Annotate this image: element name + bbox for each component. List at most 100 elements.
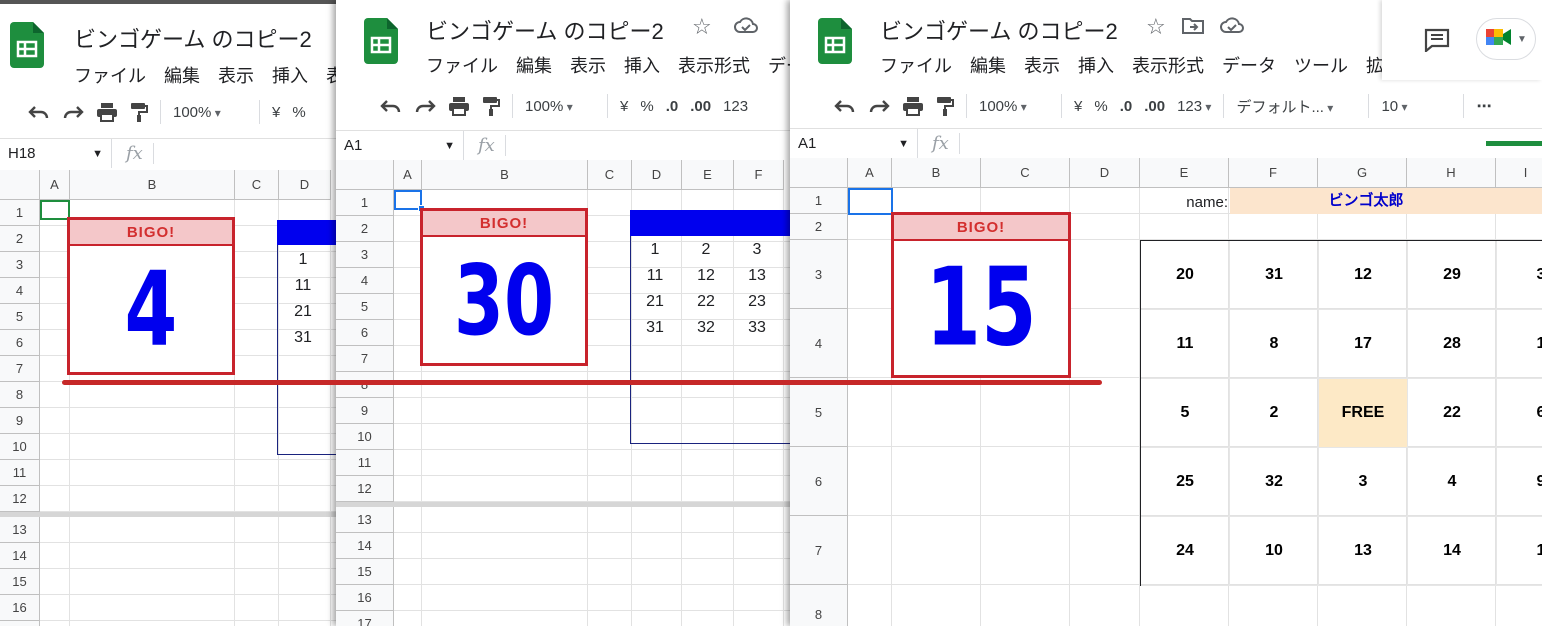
sheets-logo-icon[interactable]: [364, 18, 398, 64]
cell[interactable]: [40, 252, 70, 278]
column-header[interactable]: A: [848, 158, 892, 188]
increase-decimal-button[interactable]: .00: [690, 98, 711, 115]
redo-icon[interactable]: [414, 97, 436, 115]
row-header[interactable]: 11: [0, 460, 40, 486]
cell[interactable]: [235, 382, 279, 408]
cell[interactable]: [588, 559, 632, 585]
cell[interactable]: [588, 268, 632, 294]
cell[interactable]: [235, 460, 279, 486]
name-box[interactable]: A1 ▼: [336, 131, 464, 160]
cell[interactable]: [394, 216, 422, 242]
cell[interactable]: [981, 516, 1070, 585]
cell[interactable]: [40, 595, 70, 621]
row-header[interactable]: 1: [790, 188, 848, 214]
print-icon[interactable]: [96, 102, 118, 122]
row-header[interactable]: 12: [336, 476, 394, 502]
cell[interactable]: [235, 543, 279, 569]
select-all-corner[interactable]: [336, 160, 394, 190]
cell[interactable]: [588, 190, 632, 216]
menu-item[interactable]: 編集: [164, 62, 200, 88]
sheet-grid[interactable]: A B C D E F G H I 1 2 3 4 5 6 7 8 name: ビンゴ太郎 BIGO! 15 20 31 12…: [790, 158, 1542, 626]
column-header[interactable]: H: [1407, 158, 1496, 188]
row-header[interactable]: 3: [336, 242, 394, 268]
cell[interactable]: [40, 569, 70, 595]
cell[interactable]: [70, 517, 235, 543]
currency-button[interactable]: ¥: [272, 104, 280, 121]
cell[interactable]: [588, 585, 632, 611]
cloud-saved-icon[interactable]: [1220, 16, 1244, 39]
row-header[interactable]: 4: [790, 309, 848, 378]
cell[interactable]: [235, 252, 279, 278]
cell[interactable]: [1229, 214, 1318, 240]
cell[interactable]: [892, 447, 981, 516]
cell[interactable]: [279, 460, 331, 486]
cell[interactable]: [235, 226, 279, 252]
cell[interactable]: [70, 621, 235, 626]
cell[interactable]: [394, 507, 422, 533]
row-header[interactable]: 9: [336, 398, 394, 424]
cell[interactable]: [848, 378, 892, 447]
cell[interactable]: [422, 476, 588, 502]
row-header[interactable]: 12: [0, 486, 40, 512]
cell[interactable]: [235, 304, 279, 330]
cell[interactable]: [40, 460, 70, 486]
document-title[interactable]: ビンゴゲーム のコピー2: [426, 14, 664, 46]
sheet-grid[interactable]: ABCD1234567891011121314151617BIGO!411121…: [0, 170, 336, 626]
cell[interactable]: [1407, 214, 1496, 240]
cell[interactable]: [588, 398, 632, 424]
row-header[interactable]: 13: [336, 507, 394, 533]
cell[interactable]: [848, 309, 892, 378]
cell[interactable]: [40, 226, 70, 252]
cell[interactable]: [734, 450, 784, 476]
cell[interactable]: [235, 569, 279, 595]
cell[interactable]: [1229, 585, 1318, 626]
cell[interactable]: [40, 434, 70, 460]
cell[interactable]: [422, 559, 588, 585]
menu-item[interactable]: 編集: [516, 52, 552, 78]
row-header[interactable]: 14: [336, 533, 394, 559]
column-header[interactable]: E: [682, 160, 734, 190]
cell[interactable]: [734, 559, 784, 585]
percent-button[interactable]: %: [292, 104, 305, 121]
cell[interactable]: [1496, 585, 1542, 626]
undo-icon[interactable]: [28, 103, 50, 121]
cell[interactable]: [588, 476, 632, 502]
cell[interactable]: [734, 476, 784, 502]
cell[interactable]: [1070, 378, 1140, 447]
print-icon[interactable]: [448, 96, 470, 116]
column-header[interactable]: B: [70, 170, 235, 200]
redo-icon[interactable]: [62, 103, 84, 121]
cell[interactable]: [40, 543, 70, 569]
currency-button[interactable]: ¥: [620, 98, 628, 115]
cell[interactable]: [1070, 447, 1140, 516]
row-header[interactable]: 1: [336, 190, 394, 216]
cell[interactable]: [394, 398, 422, 424]
column-header[interactable]: F: [734, 160, 784, 190]
menu-item[interactable]: 表示形式: [1132, 52, 1204, 78]
column-header[interactable]: A: [394, 160, 422, 190]
cell[interactable]: [1070, 516, 1140, 585]
more-options-icon[interactable]: ⋯: [1476, 97, 1492, 115]
cell[interactable]: [394, 424, 422, 450]
menu-item[interactable]: 挿入: [624, 52, 660, 78]
column-header[interactable]: G: [1318, 158, 1407, 188]
cloud-saved-icon[interactable]: [734, 16, 758, 39]
menu-item[interactable]: 表: [326, 62, 336, 88]
row-header[interactable]: 4: [0, 278, 40, 304]
name-box[interactable]: H18 ▼: [0, 139, 112, 168]
decrease-decimal-button[interactable]: .0: [1120, 98, 1133, 115]
cell[interactable]: [70, 595, 235, 621]
cell[interactable]: [892, 188, 981, 214]
font-family-select[interactable]: デフォルト...: [1236, 96, 1356, 117]
row-header[interactable]: 8: [0, 382, 40, 408]
cell[interactable]: [235, 595, 279, 621]
cell[interactable]: [682, 507, 734, 533]
cell[interactable]: [632, 533, 682, 559]
paint-format-icon[interactable]: [936, 96, 954, 116]
menu-item[interactable]: 表示: [570, 52, 606, 78]
row-header[interactable]: 2: [336, 216, 394, 242]
cell[interactable]: [422, 585, 588, 611]
row-header[interactable]: 3: [790, 240, 848, 309]
column-header[interactable]: E: [1140, 158, 1229, 188]
column-header[interactable]: D: [1070, 158, 1140, 188]
